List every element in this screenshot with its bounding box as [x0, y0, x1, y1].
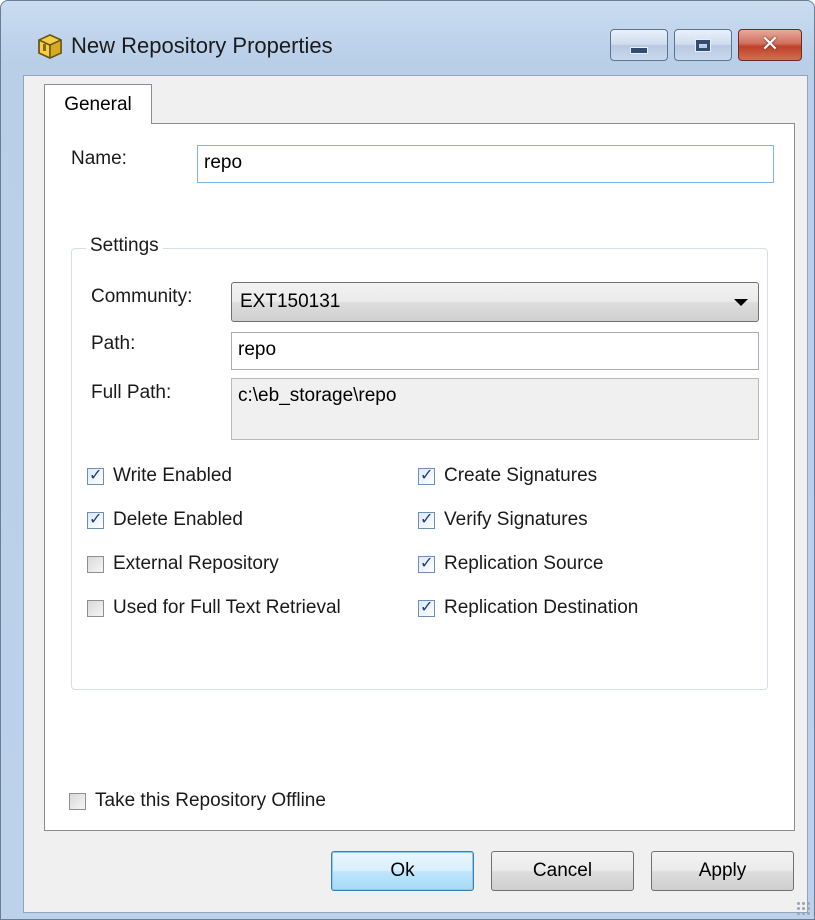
- checkbox-box: ✓: [418, 552, 435, 573]
- close-button[interactable]: ✕: [738, 29, 802, 61]
- checkbox-label: Take this Repository Offline: [95, 790, 326, 811]
- community-selected-value: EXT150131: [240, 291, 341, 312]
- tab-general[interactable]: General: [44, 84, 152, 124]
- settings-group-title: Settings: [86, 235, 163, 257]
- community-label: Community:: [91, 286, 193, 307]
- minimize-icon: [630, 46, 648, 54]
- verify-signatures-checkbox[interactable]: ✓ Verify Signatures: [418, 509, 588, 531]
- checkbox-label: Write Enabled: [113, 465, 232, 486]
- checkbox-box: ✓: [418, 596, 435, 617]
- repository-icon: [38, 34, 62, 59]
- full-path-field: c:\eb_storage\repo: [231, 378, 759, 440]
- path-label: Path:: [91, 333, 136, 354]
- write-enabled-checkbox[interactable]: ✓ Write Enabled: [87, 465, 232, 487]
- take-offline-checkbox[interactable]: Take this Repository Offline: [69, 790, 326, 812]
- dialog-window: New Repository Properties ✕ General Name…: [0, 0, 815, 920]
- checkbox-box: ✓: [418, 464, 435, 485]
- dialog-client-area: General Name: repo Settings Community: E…: [23, 75, 808, 913]
- checkbox-label: Delete Enabled: [113, 509, 243, 530]
- checkmark-icon: ✓: [89, 464, 103, 484]
- full-text-retrieval-checkbox[interactable]: Used for Full Text Retrieval: [87, 597, 341, 619]
- maximize-button[interactable]: [674, 29, 732, 61]
- minimize-button[interactable]: [610, 29, 668, 61]
- chevron-down-icon: [734, 299, 748, 306]
- checkbox-label: Used for Full Text Retrieval: [113, 597, 341, 618]
- checkbox-box: ✓: [87, 464, 104, 485]
- checkbox-label: External Repository: [113, 553, 279, 574]
- checkbox-label: Replication Source: [444, 553, 604, 574]
- name-input[interactable]: repo: [197, 145, 774, 183]
- close-icon: ✕: [760, 32, 780, 57]
- checkbox-label: Replication Destination: [444, 597, 639, 618]
- full-path-label: Full Path:: [91, 382, 172, 403]
- apply-button[interactable]: Apply: [651, 851, 794, 891]
- checkmark-icon: ✓: [420, 596, 434, 616]
- external-repository-checkbox[interactable]: External Repository: [87, 553, 279, 575]
- checkbox-label: Verify Signatures: [444, 509, 588, 530]
- caption-buttons: ✕: [610, 29, 802, 61]
- name-label: Name:: [71, 148, 127, 169]
- checkbox-box: [87, 555, 104, 573]
- checkmark-icon: ✓: [89, 508, 103, 528]
- settings-groupbox: Settings Community: EXT150131 Path: repo…: [71, 235, 768, 690]
- community-dropdown[interactable]: EXT150131: [231, 282, 759, 322]
- replication-destination-checkbox[interactable]: ✓ Replication Destination: [418, 597, 638, 619]
- checkbox-box: ✓: [418, 508, 435, 529]
- create-signatures-checkbox[interactable]: ✓ Create Signatures: [418, 465, 597, 487]
- checkmark-icon: ✓: [420, 464, 434, 484]
- checkbox-label: Create Signatures: [444, 465, 598, 486]
- checkbox-box: [87, 599, 104, 617]
- maximize-icon: [695, 38, 711, 52]
- replication-source-checkbox[interactable]: ✓ Replication Source: [418, 553, 603, 575]
- general-tab-panel: Name: repo Settings Community: EXT150131…: [44, 123, 795, 831]
- checkmark-icon: ✓: [420, 508, 434, 528]
- path-input[interactable]: repo: [231, 332, 759, 370]
- delete-enabled-checkbox[interactable]: ✓ Delete Enabled: [87, 509, 243, 531]
- cancel-button[interactable]: Cancel: [491, 851, 634, 891]
- checkmark-icon: ✓: [420, 552, 434, 572]
- window-title: New Repository Properties: [71, 33, 333, 58]
- resize-grip-icon[interactable]: [796, 901, 810, 915]
- checkbox-box: ✓: [87, 508, 104, 529]
- checkbox-box: [69, 792, 86, 810]
- ok-button[interactable]: Ok: [331, 851, 474, 891]
